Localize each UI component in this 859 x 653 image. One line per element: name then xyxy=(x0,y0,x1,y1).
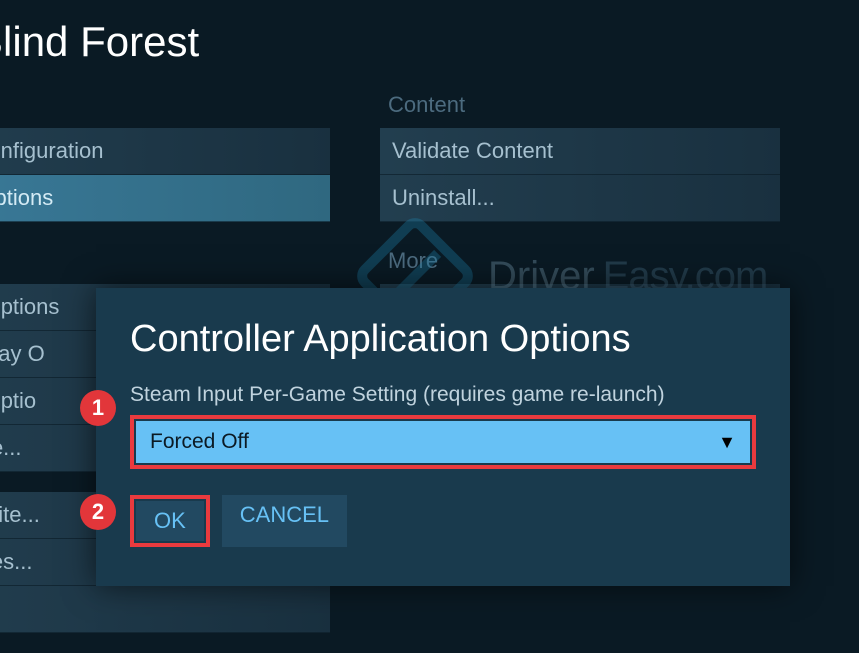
select-value: Forced Off xyxy=(150,430,249,454)
option-uninstall[interactable]: Uninstall... xyxy=(380,175,780,222)
annotation-highlight-2: OK xyxy=(130,495,210,547)
chevron-down-icon: ▼ xyxy=(718,432,736,453)
section-header: Content xyxy=(380,86,780,128)
modal-controller-options: Controller Application Options Steam Inp… xyxy=(96,288,790,586)
ok-button[interactable]: OK xyxy=(136,501,204,541)
section-shortcut: out ler Configuration ller Options xyxy=(0,86,330,222)
section-header: More xyxy=(380,242,780,284)
annotation-badge-2: 2 xyxy=(80,494,116,530)
option-icon[interactable]: Icon... xyxy=(0,586,330,633)
option-validate[interactable]: Validate Content xyxy=(380,128,780,175)
modal-title: Controller Application Options xyxy=(130,318,756,361)
page-title: e Blind Forest xyxy=(0,0,859,86)
section-header: out xyxy=(0,86,330,128)
modal-field-label: Steam Input Per-Game Setting (requires g… xyxy=(130,383,756,407)
steam-input-select[interactable]: Forced Off ▼ xyxy=(136,421,750,463)
cancel-button[interactable]: CANCEL xyxy=(222,495,347,547)
option-controller-config[interactable]: ler Configuration xyxy=(0,128,330,175)
section-content: Content Validate Content Uninstall... xyxy=(380,86,780,222)
annotation-badge-1: 1 xyxy=(80,390,116,426)
annotation-highlight-1: Forced Off ▼ xyxy=(130,415,756,469)
section-header: ces xyxy=(0,242,330,284)
option-controller-options[interactable]: ller Options xyxy=(0,175,330,222)
